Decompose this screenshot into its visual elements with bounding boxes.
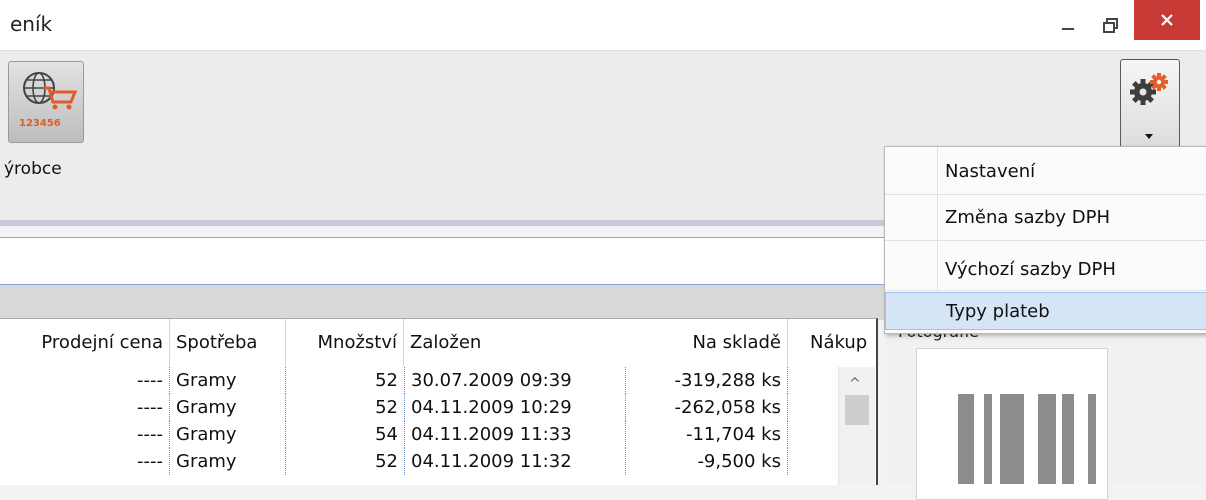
- header-created[interactable]: Založen: [404, 319, 626, 367]
- vertical-scrollbar[interactable]: ^: [838, 367, 875, 485]
- svg-text:123456: 123456: [19, 118, 61, 129]
- header-consumption[interactable]: Spotřeba: [170, 319, 286, 367]
- minimize-button[interactable]: [1048, 6, 1088, 42]
- menu-item-label: Výchozí sazby DPH: [945, 259, 1116, 280]
- cell-stock: -11,704 ks: [626, 421, 788, 448]
- restore-button[interactable]: [1089, 6, 1129, 42]
- cell-quantity: 52: [375, 397, 398, 418]
- globe-cart-icon: 123456: [19, 72, 78, 129]
- cell-unit: Gramy: [170, 421, 286, 448]
- cell-unit: Gramy: [170, 394, 286, 421]
- table-row[interactable]: ---- Gramy 52 30.07.2009 09:39 -319,288 …: [0, 367, 876, 394]
- caret-down-icon: [1145, 134, 1153, 139]
- menu-item-payment-types[interactable]: Typy plateb: [885, 292, 1206, 330]
- barcode-bar: [958, 394, 974, 484]
- cell-created: 04.11.2009 10:29: [404, 394, 626, 421]
- cell-created: 30.07.2009 09:39: [404, 367, 626, 394]
- table-row[interactable]: ---- Gramy 54 04.11.2009 11:33 -11,704 k…: [0, 421, 876, 448]
- gears-icon: [1130, 73, 1168, 105]
- menu-item-label: Typy plateb: [946, 301, 1050, 322]
- settings-dropdown-button[interactable]: [1120, 59, 1180, 149]
- menu-item-label: Nastavení: [945, 161, 1036, 182]
- cell-unit: Gramy: [170, 448, 286, 475]
- close-icon: [1161, 14, 1173, 26]
- restore-icon: [1103, 18, 1118, 33]
- menu-item-settings[interactable]: Nastavení: [885, 149, 1206, 195]
- cell-stock: -9,500 ks: [626, 448, 788, 475]
- photo-panel: Fotografie: [886, 320, 1206, 500]
- header-selling-price[interactable]: Prodejní cena: [0, 319, 170, 367]
- table-row[interactable]: ---- Gramy 52 04.11.2009 10:29 -262,058 …: [0, 394, 876, 421]
- cell-price: ----: [0, 421, 170, 448]
- barcode-bar: [1000, 394, 1024, 484]
- window-title: eník: [10, 12, 53, 36]
- cell-quantity: 54: [375, 424, 398, 445]
- manufacturers-button[interactable]: 123456: [8, 61, 84, 143]
- menu-item-default-vat[interactable]: Výchozí sazby DPH: [885, 247, 1206, 291]
- barcode-bar: [1038, 394, 1056, 484]
- close-button[interactable]: [1134, 0, 1200, 40]
- manufacturers-label: ýrobce: [4, 159, 62, 179]
- settings-menu: Nastavení Změna sazby DPH Výchozí sazby …: [884, 146, 1206, 334]
- cell-price: ----: [0, 448, 170, 475]
- scroll-thumb[interactable]: [845, 395, 869, 425]
- cell-price: ----: [0, 367, 170, 394]
- scroll-up-icon[interactable]: ^: [849, 376, 861, 392]
- products-grid[interactable]: Prodejní cena Spotřeba Množství Založen …: [0, 318, 878, 485]
- header-purchase[interactable]: Nákup: [788, 319, 876, 367]
- cell-created: 04.11.2009 11:32: [404, 448, 626, 475]
- cell-stock: -262,058 ks: [626, 394, 788, 421]
- barcode-bar: [1088, 394, 1096, 484]
- barcode-bar: [984, 394, 992, 484]
- menu-item-label: Změna sazby DPH: [945, 207, 1111, 228]
- minimize-icon: [1062, 28, 1074, 30]
- table-row[interactable]: ---- Gramy 52 04.11.2009 11:32 -9,500 ks: [0, 448, 876, 475]
- title-bar: eník: [0, 0, 1206, 50]
- header-in-stock[interactable]: Na skladě: [626, 319, 788, 367]
- cell-price: ----: [0, 394, 170, 421]
- cell-quantity: 52: [375, 370, 398, 391]
- menu-item-change-vat[interactable]: Změna sazby DPH: [885, 195, 1206, 241]
- cell-unit: Gramy: [170, 367, 286, 394]
- cell-stock: -319,288 ks: [626, 367, 788, 394]
- barcode-bar: [1062, 394, 1074, 484]
- cell-created: 04.11.2009 11:33: [404, 421, 626, 448]
- header-quantity[interactable]: Množství: [286, 319, 404, 367]
- cell-quantity: 52: [375, 451, 398, 472]
